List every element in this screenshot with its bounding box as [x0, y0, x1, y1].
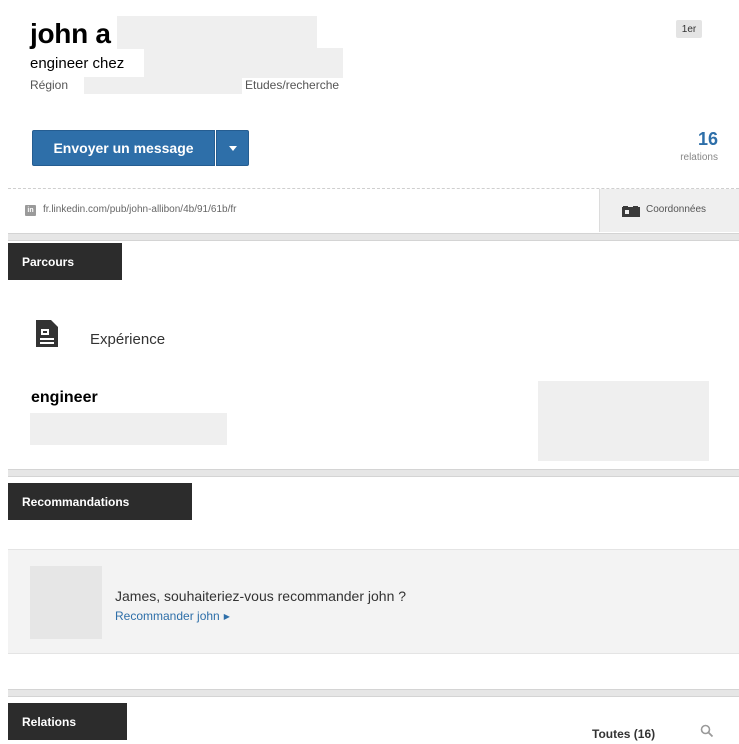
redacted-company-name — [30, 413, 227, 445]
redacted-region — [84, 77, 242, 94]
section-tab-recommendations: Recommandations — [8, 483, 192, 520]
region-label: Région — [30, 78, 69, 92]
connections-label: relations — [680, 152, 718, 163]
redacted-name — [117, 16, 317, 49]
industry-label: Etudes/recherche — [245, 78, 340, 92]
recommend-link-label: Recommander john — [115, 609, 220, 623]
avatar — [30, 566, 102, 639]
chevron-down-icon — [228, 145, 237, 151]
job-title: engineer — [31, 389, 98, 406]
redacted-company — [144, 48, 343, 78]
recommendation-prompt: James, souhaiteriez-vous recommander joh… — [8, 549, 739, 654]
section-separator — [8, 689, 739, 697]
relations-filter-all[interactable]: Toutes (16) — [592, 727, 655, 741]
recommendation-question: James, souhaiteriez-vous recommander joh… — [115, 588, 407, 604]
recommend-link[interactable]: Recommander john ▶ — [115, 609, 230, 623]
section-tab-relations: Relations — [8, 703, 127, 740]
section-separator — [8, 469, 739, 477]
redacted-company-logo — [538, 381, 709, 461]
public-profile-url[interactable]: fr.linkedin.com/pub/john-allibon/4b/91/6… — [43, 204, 236, 215]
profile-page: john a engineer chez Région Etudes/reche… — [0, 0, 739, 744]
experience-label: Expérience — [90, 331, 166, 348]
connections-count[interactable]: 16 — [668, 129, 718, 150]
experience-document-icon — [36, 320, 58, 347]
profile-top-card: john a engineer chez Région Etudes/reche… — [8, 0, 739, 233]
section-separator — [8, 233, 739, 241]
contact-info-label: Coordonnées — [646, 204, 707, 215]
profile-headline: engineer chez — [30, 55, 125, 72]
public-profile-url-bar: in fr.linkedin.com/pub/john-allibon/4b/9… — [8, 188, 739, 232]
section-tab-parcours: Parcours — [8, 243, 122, 280]
contact-info-button[interactable]: Coordonnées — [599, 189, 739, 232]
profile-name: john a — [30, 18, 111, 49]
contact-card-icon — [622, 206, 640, 217]
message-options-dropdown[interactable] — [216, 130, 249, 166]
send-message-button[interactable]: Envoyer un message — [32, 130, 215, 166]
search-icon[interactable] — [700, 724, 714, 738]
linkedin-icon: in — [25, 205, 36, 216]
arrow-right-icon: ▶ — [223, 612, 230, 621]
degree-badge: 1er — [676, 20, 702, 38]
